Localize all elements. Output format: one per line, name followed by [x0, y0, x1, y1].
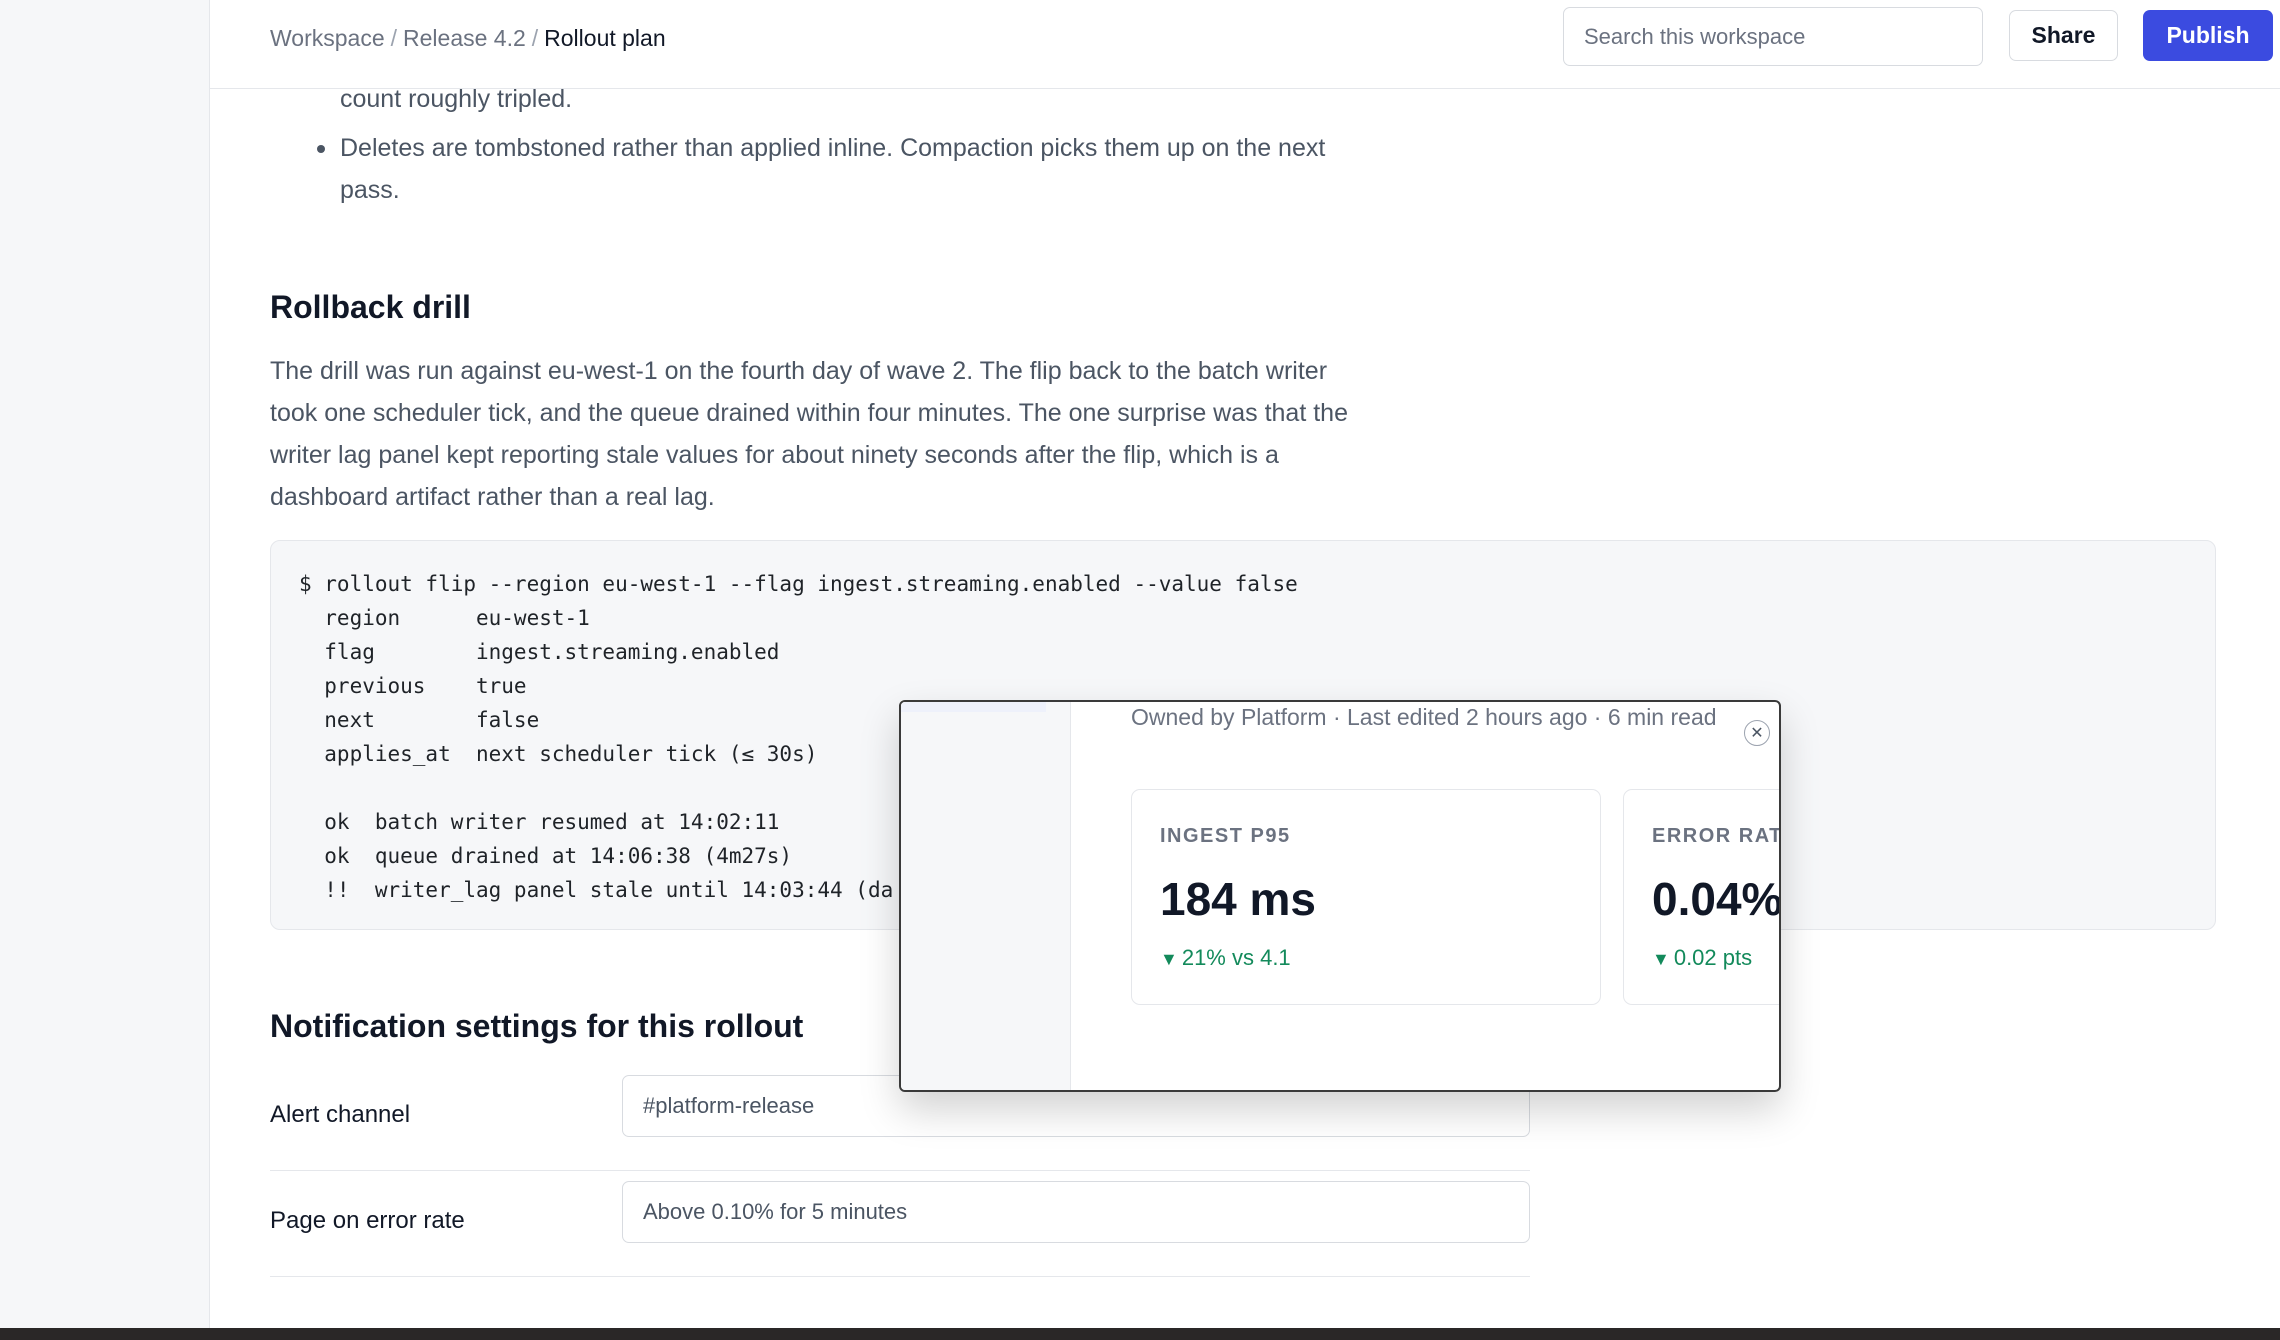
- popup-sidebar-highlight: [901, 702, 1046, 712]
- bullet-list: Deletes are tombstoned rather than appli…: [270, 127, 1370, 211]
- close-icon[interactable]: ✕: [1744, 720, 1770, 746]
- section-heading-rollback: Rollback drill: [270, 289, 471, 325]
- trend-down-icon: ▼: [1160, 949, 1178, 969]
- trend-down-icon: ▼: [1652, 949, 1670, 969]
- setting-label: Page on error rate: [270, 1207, 465, 1234]
- rollback-paragraph: The drill was run against eu-west-1 on t…: [270, 357, 1348, 511]
- metric-value: 184 ms: [1160, 873, 1317, 925]
- metric-delta: ▼ 0.02 pts: [1652, 945, 1752, 971]
- breadcrumb-workspace[interactable]: Workspace: [270, 25, 385, 51]
- search-input[interactable]: [1563, 7, 1983, 66]
- metric-card-ingest-p95: INGEST P95 184 ms ▼ 21% vs 4.1: [1131, 789, 1601, 1005]
- metric-label: INGEST P95: [1160, 825, 1291, 847]
- metric-label: ERROR RATE: [1652, 825, 1779, 847]
- breadcrumb-release[interactable]: Release 4.2: [403, 25, 526, 51]
- metric-delta: ▼ 21% vs 4.1: [1160, 945, 1291, 971]
- left-rail: [0, 0, 210, 1340]
- metric-value: 0.04%: [1652, 873, 1781, 925]
- breadcrumb-current: Rollout plan: [544, 25, 666, 51]
- metrics-popup: Owned by Platform · Last edited 2 hours …: [899, 700, 1781, 1092]
- bullet-dot: [317, 145, 325, 153]
- breadcrumb-separator: /: [531, 25, 539, 51]
- setting-row-page-on-error-rate: Page on error rate: [270, 1171, 1530, 1277]
- list-item: Deletes are tombstoned rather than appli…: [270, 127, 1370, 211]
- publish-button[interactable]: Publish: [2143, 10, 2273, 61]
- metric-delta-text: 21% vs 4.1: [1181, 945, 1291, 970]
- breadcrumb: Workspace / Release 4.2/Rollout plan: [270, 24, 666, 52]
- setting-label: Alert channel: [270, 1101, 411, 1128]
- share-button[interactable]: Share: [2009, 10, 2118, 61]
- breadcrumb-separator: /: [390, 25, 398, 51]
- bottom-strip: [0, 1328, 2280, 1340]
- section-heading-notifications: Notification settings for this rollout: [270, 1008, 804, 1044]
- error-rate-field[interactable]: [622, 1181, 1530, 1243]
- metric-delta-text: 0.02 pts: [1673, 945, 1753, 970]
- list-item-text: Deletes are tombstoned rather than appli…: [340, 134, 1326, 204]
- popup-meta: Owned by Platform · Last edited 2 hours …: [1131, 704, 1717, 730]
- top-bar: Workspace/Release 4.2/Rollout plan Share…: [210, 0, 2280, 89]
- metric-card-error-rate: ERROR RATE 0.04% ▼0.02 pts: [1623, 789, 1781, 1005]
- popup-sidebar: [901, 702, 1071, 1090]
